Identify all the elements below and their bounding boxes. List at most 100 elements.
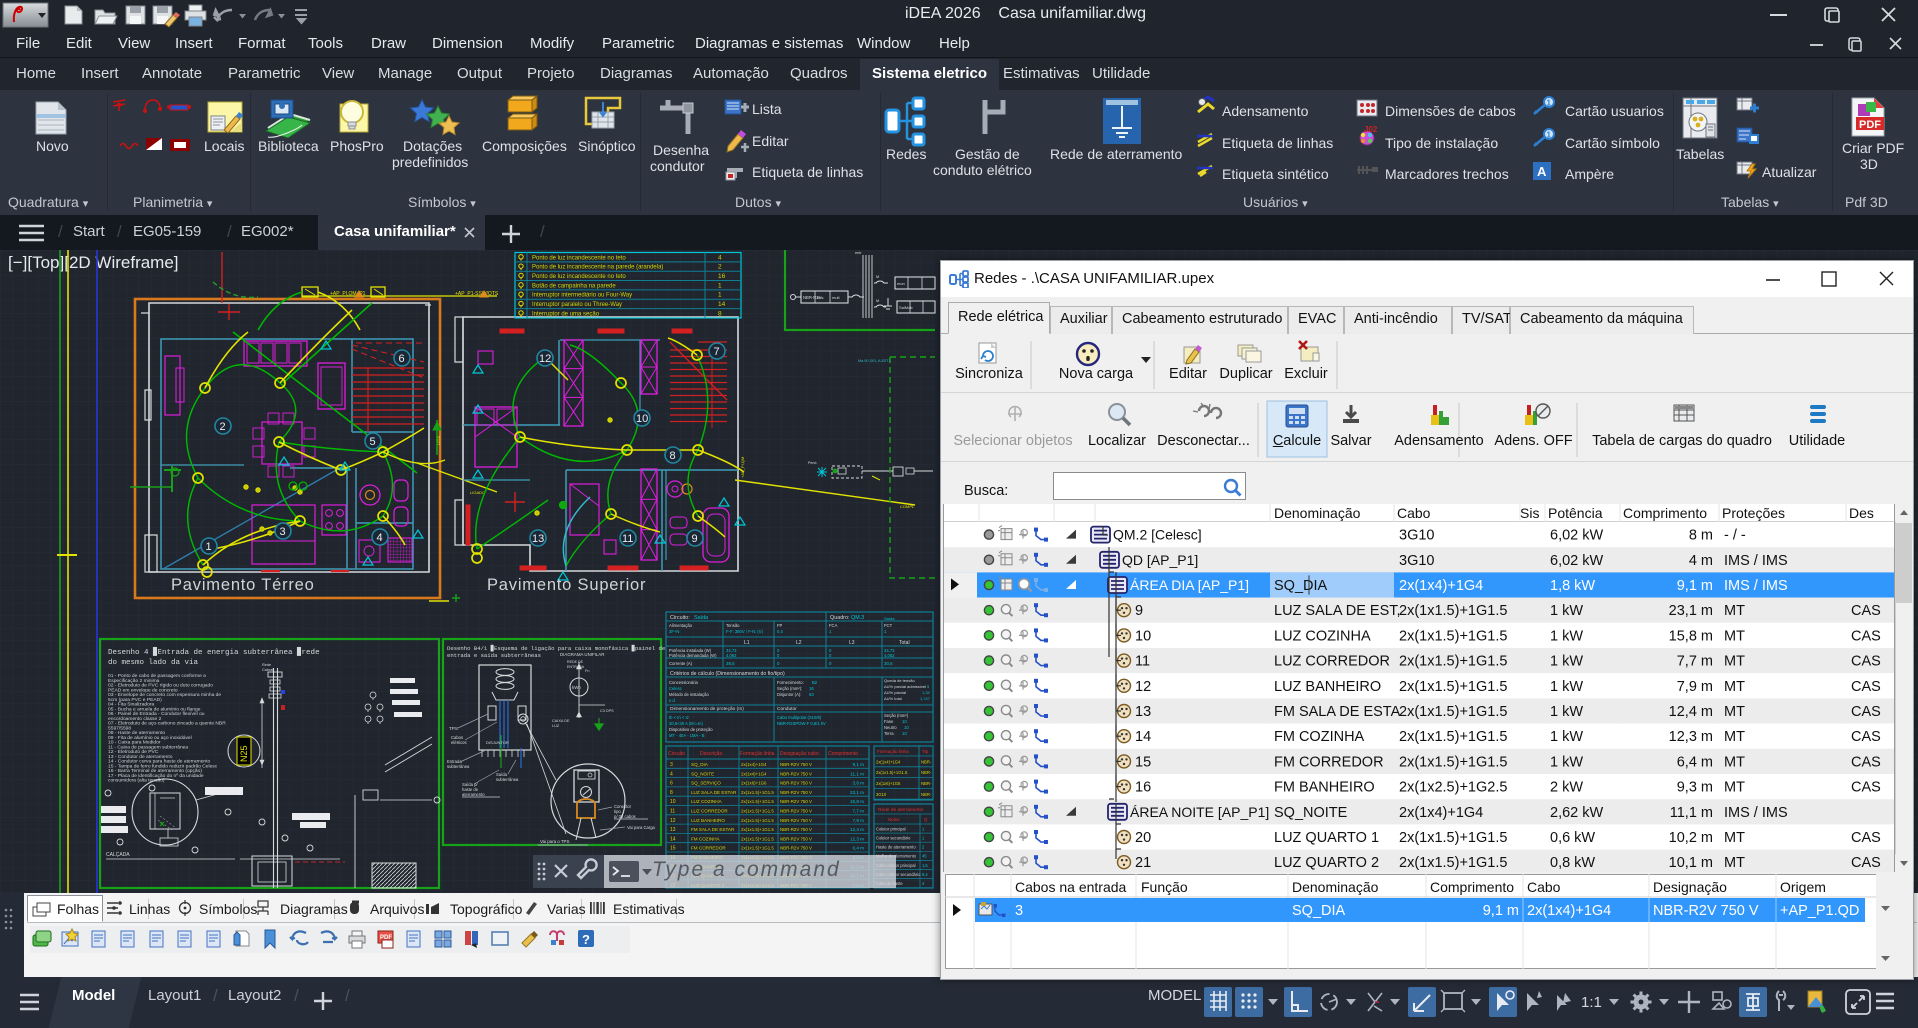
svg-text:2: 2: [718, 264, 722, 271]
svg-text:SQ_NOITE: SQ_NOITE: [1274, 805, 1348, 821]
svg-text:12,3 m: 12,3 m: [1669, 729, 1713, 745]
svg-text:NBR-R2V 750 V: NBR-R2V 750 V: [780, 818, 812, 823]
svg-text:2 kW: 2 kW: [1550, 780, 1583, 796]
svg-text:Critérios de cálculo (Dimensio: Critérios de cálculo (Dimensionamento do…: [670, 671, 785, 677]
svg-text:23,1 m: 23,1 m: [850, 790, 864, 795]
svg-text:Queda de tensão: Queda de tensão: [884, 678, 915, 683]
svg-text:MT: MT: [1724, 754, 1745, 770]
svg-text:Haste de aterramento: Haste de aterramento: [876, 845, 916, 850]
svg-text:subterrânea: subterrânea: [447, 764, 470, 769]
svg-text:QD [AP_P1]: QD [AP_P1]: [1122, 552, 1198, 568]
svg-text:12,3 m: 12,3 m: [850, 836, 864, 841]
svg-text:7,9 m: 7,9 m: [1677, 679, 1713, 695]
svg-text:15: 15: [1135, 754, 1151, 770]
svg-text:MT: MT: [1724, 628, 1745, 644]
svg-text:FCT: FCT: [884, 623, 893, 628]
svg-text:15,8 m: 15,8 m: [850, 799, 864, 804]
svg-text:CAS: CAS: [1851, 729, 1881, 745]
svg-text:10,2 m: 10,2 m: [1669, 830, 1713, 846]
svg-text:38,5: 38,5: [726, 661, 735, 666]
svg-text:MT: MT: [1724, 729, 1745, 745]
svg-text:11: 11: [670, 809, 675, 815]
svg-text:Ponto de luz incandescente no: Ponto de luz incandescente no teto: [532, 255, 626, 261]
svg-text:LIGA: LIGA: [436, 436, 441, 445]
svg-text:3: 3: [670, 762, 673, 768]
svg-text:4 m: 4 m: [1689, 553, 1713, 569]
svg-text:10: 10: [670, 799, 676, 805]
svg-text:Vai para Carga: Vai para Carga: [627, 825, 656, 830]
svg-text:Q: Q: [924, 817, 928, 822]
svg-text:2x(1x1.5)+1G1.5: 2x(1x1.5)+1G1.5: [741, 790, 774, 795]
svg-text:10,1 m: 10,1 m: [1669, 855, 1713, 871]
svg-text:CAS: CAS: [1851, 855, 1881, 871]
svg-text:3G10: 3G10: [876, 792, 887, 797]
svg-text:Quadro:: Quadro:: [830, 615, 849, 621]
svg-text:NBR-: NBR-: [921, 792, 932, 797]
svg-text:15,8 m: 15,8 m: [1669, 628, 1713, 644]
svg-text:1,34: 1,34: [922, 690, 931, 695]
svg-text:F-F: 380V / F-N: (V): F-F: 380V / F-N: (V): [726, 629, 764, 634]
svg-text:1: 1: [1547, 99, 1552, 108]
svg-text:0,8 kW: 0,8 kW: [1550, 855, 1595, 871]
svg-text:9: 9: [1135, 603, 1143, 619]
svg-text:+AP_P1-SSW/QTS: +AP_P1-SSW/QTS: [455, 291, 499, 297]
svg-text:9,3 m: 9,3 m: [1677, 780, 1713, 796]
svg-text:SalMotr: SalMotr: [899, 305, 913, 310]
svg-text:Nome: Nome: [888, 817, 900, 822]
svg-text:6,02 kW: 6,02 kW: [1550, 528, 1603, 544]
svg-text:14: 14: [718, 301, 726, 308]
svg-text:mon: mon: [897, 281, 905, 286]
svg-text:8: 8: [670, 790, 673, 796]
svg-text:1 kW: 1 kW: [1550, 603, 1583, 619]
svg-text:MT: MT: [1724, 855, 1745, 871]
svg-text:2,62 kW: 2,62 kW: [1550, 805, 1603, 821]
svg-text:Concessionária: Concessionária: [669, 680, 699, 685]
svg-text:7,7 m: 7,7 m: [853, 809, 865, 814]
svg-text:10: 10: [904, 725, 909, 730]
svg-text:10: 10: [636, 413, 648, 425]
svg-text:Fn: Fn: [585, 669, 589, 673]
svg-text:8: 8: [718, 310, 722, 317]
svg-text:Disjuntor (A):: Disjuntor (A):: [777, 692, 801, 697]
svg-text:30,5<40 A (B<=In): 30,5<40 A (B<=In): [669, 721, 703, 726]
svg-text:Desenho B4/1 ▉Esquema de liga: Desenho B4/1 ▉Esquema de ligação para ca…: [447, 644, 665, 652]
svg-text:L2: L2: [796, 640, 802, 646]
svg-text:1 kW: 1 kW: [1550, 754, 1583, 770]
svg-text:Tip: Tip: [922, 749, 929, 754]
svg-text:entrada e saída subterrâneas: entrada e saída subterrâneas: [447, 652, 541, 659]
svg-text:1 kW: 1 kW: [1550, 704, 1583, 720]
svg-text:6: 6: [670, 781, 673, 787]
svg-text:Rede: Rede: [262, 663, 271, 667]
svg-text:2x(1x1.5)+1G1.5: 2x(1x1.5)+1G1.5: [1399, 603, 1507, 619]
svg-text:LUZ SALA DE ESTAR: LUZ SALA DE ESTAR: [691, 790, 737, 795]
svg-text:2x(1x1.5)+1G1.5: 2x(1x1.5)+1G1.5: [876, 770, 908, 775]
svg-text:3,6 m: 3,6 m: [853, 781, 865, 786]
svg-text:subterrânea: subterrânea: [496, 777, 519, 782]
svg-text:4,062: 4,062: [884, 653, 895, 658]
svg-text:+AP_P1.QD: +AP_P1.QD: [1780, 903, 1859, 919]
svg-text:L1: L1: [744, 640, 750, 646]
svg-text:ÁREA NOITE [AP_P1]: ÁREA NOITE [AP_P1]: [1130, 804, 1269, 820]
svg-text:15: 15: [670, 846, 676, 852]
svg-text:11: 11: [622, 533, 633, 545]
svg-text:14: 14: [670, 836, 676, 842]
svg-text:Cabo multipolar (S10/6): Cabo multipolar (S10/6): [777, 715, 822, 720]
svg-text:1: 1: [206, 541, 212, 553]
svg-text:Formação linha: Formação linha: [740, 751, 775, 757]
svg-text:CAS: CAS: [1851, 603, 1881, 619]
svg-text:aterramento: aterramento: [462, 792, 485, 797]
svg-text:20: 20: [1135, 830, 1151, 846]
svg-text:FM COZINHA: FM COZINHA: [691, 836, 721, 841]
svg-text:Celesc: Celesc: [669, 686, 682, 691]
svg-text:N25: N25: [239, 745, 249, 762]
svg-text:COMPL: COMPL: [900, 504, 915, 509]
svg-text:4: 4: [377, 532, 383, 544]
svg-text:12: 12: [670, 818, 676, 824]
svg-text:kWh: kWh: [572, 685, 581, 690]
svg-text:Terra: Terra: [884, 731, 894, 736]
svg-text:L3: L3: [849, 640, 855, 646]
svg-text:1 kW: 1 kW: [1550, 729, 1583, 745]
svg-text:CALÇADA: CALÇADA: [106, 852, 130, 858]
svg-text:2x(1x1.5)+1G1.5: 2x(1x1.5)+1G1.5: [741, 818, 774, 823]
svg-text:PDF: PDF: [1859, 119, 1881, 131]
